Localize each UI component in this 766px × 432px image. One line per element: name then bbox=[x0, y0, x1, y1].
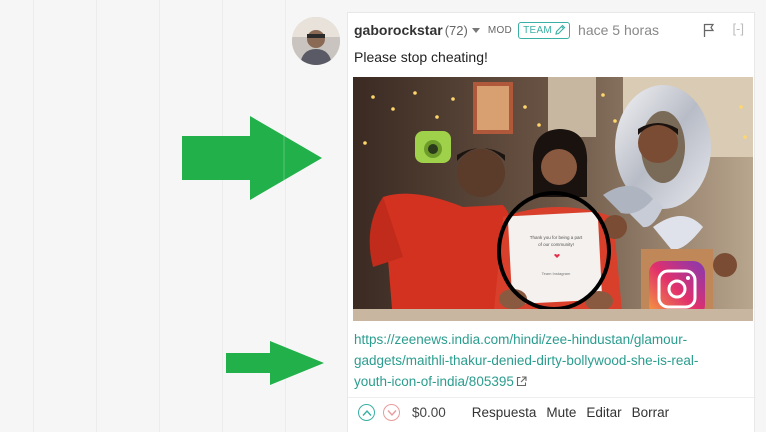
avatar[interactable] bbox=[292, 17, 340, 65]
delete-button[interactable]: Borrar bbox=[632, 405, 670, 420]
external-link[interactable]: https://zeenews.india.com/hindi/zee-hind… bbox=[354, 329, 749, 392]
downvote-icon[interactable] bbox=[383, 404, 400, 421]
thread-guide-line bbox=[96, 0, 97, 432]
payout-amount[interactable]: $0.00 bbox=[412, 405, 446, 420]
mute-button[interactable]: Mute bbox=[546, 405, 576, 420]
author-reputation: (72) bbox=[444, 22, 468, 38]
external-link-icon bbox=[516, 376, 527, 387]
link-line-1: https://zeenews.india.com/hindi/zee-hind… bbox=[354, 332, 688, 347]
team-badge-label: TEAM bbox=[523, 24, 553, 36]
pencil-icon bbox=[555, 24, 566, 35]
comment-timestamp[interactable]: hace 5 horas bbox=[578, 22, 659, 38]
link-line-2: gadgets/maithli-thakur-denied-dirty-boll… bbox=[354, 353, 699, 368]
link-line-3: youth-icon-of-india/805395 bbox=[354, 374, 514, 389]
comment-text: Please stop cheating! bbox=[354, 49, 488, 65]
thread-guide-line bbox=[159, 0, 160, 432]
mod-badge: MOD bbox=[487, 24, 513, 36]
card-line-2: of our community! bbox=[538, 242, 574, 247]
comment-header: gaborockstar (72) MOD TEAM hace 5 horas … bbox=[354, 20, 754, 40]
caret-down-icon[interactable] bbox=[471, 27, 480, 33]
upvote-icon[interactable] bbox=[358, 404, 375, 421]
comment-actions: $0.00 Respuesta Mute Editar Borrar bbox=[348, 397, 756, 427]
team-badge[interactable]: TEAM bbox=[518, 21, 571, 39]
edit-button[interactable]: Editar bbox=[586, 405, 621, 420]
author-name[interactable]: gaborockstar bbox=[354, 22, 443, 38]
collapse-button[interactable]: [-] bbox=[732, 21, 744, 36]
reply-button[interactable]: Respuesta bbox=[472, 405, 537, 420]
thread-guide-line bbox=[222, 0, 223, 432]
thread-guide-line bbox=[33, 0, 34, 432]
flag-icon[interactable] bbox=[702, 22, 716, 38]
arrow-right-icon bbox=[226, 341, 324, 385]
card-line-1: Thank you for being a part bbox=[530, 235, 583, 240]
card-line-3: Team Instagram bbox=[542, 271, 571, 276]
comment-image[interactable]: Thank you for being a part of our commun… bbox=[353, 77, 753, 321]
arrow-right-icon bbox=[182, 116, 322, 200]
comment-card: gaborockstar (72) MOD TEAM hace 5 horas … bbox=[347, 12, 756, 432]
